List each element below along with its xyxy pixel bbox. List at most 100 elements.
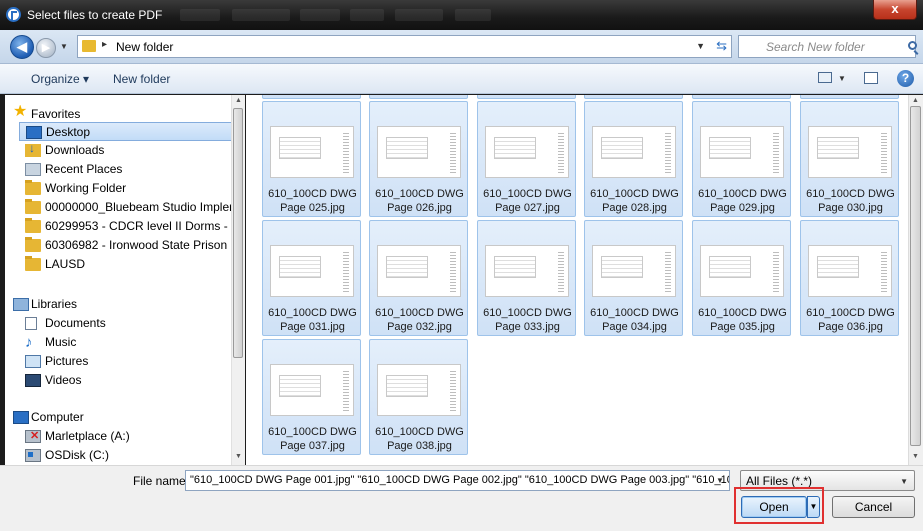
file-name-line: 610_100CD DWG	[806, 188, 895, 200]
file-name-line: 610_100CD DWG	[698, 188, 787, 200]
forward-button[interactable]: ▶	[36, 38, 56, 58]
new-folder-button[interactable]: New folder	[113, 72, 170, 86]
file-name-line: Page 033.jpg	[495, 321, 560, 333]
open-button[interactable]: Open	[741, 496, 807, 518]
search-icon[interactable]	[908, 41, 917, 50]
cancel-button[interactable]: Cancel	[832, 496, 915, 518]
file-name-line: 610_100CD DWG	[806, 307, 895, 319]
preview-pane-icon[interactable]	[864, 72, 878, 84]
scroll-down-icon[interactable]: ▼	[912, 453, 919, 460]
disk-drive-icon	[25, 449, 41, 462]
nav-working-folder[interactable]: Working Folder	[19, 179, 245, 198]
command-bar: Organize ▾ New folder ▼ ?	[0, 64, 923, 94]
file-name-line: Page 028.jpg	[602, 202, 667, 214]
open-options-dropdown-icon[interactable]: ▼	[807, 496, 820, 518]
scroll-up-icon[interactable]: ▲	[912, 97, 919, 104]
title-bar: Select files to create PDF x	[0, 0, 923, 30]
file-item[interactable]: 610_100CD DWG Page 033.jpg	[477, 220, 576, 336]
drawing-preview	[808, 245, 892, 297]
file-item[interactable]: 610_100CD DWG Page 035.jpg	[692, 220, 791, 336]
file-item[interactable]: 610_100CD DWG Page 026.jpg	[369, 101, 468, 217]
breadcrumb-item[interactable]: New folder	[116, 40, 173, 54]
refresh-icon[interactable]: ⇆	[716, 38, 727, 54]
file-thumbnail-partial[interactable]	[262, 95, 361, 99]
drawing-preview	[270, 364, 354, 416]
drawing-preview	[485, 126, 569, 178]
file-thumbnail-partial[interactable]	[584, 95, 683, 99]
nav-libraries[interactable]: Libraries	[5, 295, 233, 314]
nav-pictures[interactable]: Pictures	[19, 352, 245, 371]
file-name-line: 610_100CD DWG	[590, 188, 679, 200]
file-thumbnail-partial[interactable]	[477, 95, 576, 99]
file-item[interactable]: 610_100CD DWG Page 036.jpg	[800, 220, 899, 336]
file-name-line: Page 038.jpg	[387, 440, 452, 452]
nav-recent-places[interactable]: Recent Places	[19, 160, 245, 179]
file-list[interactable]: 610_100CD DWG Page 025.jpg 610_100CD DWG P…	[246, 95, 908, 465]
file-list-scrollbar-thumb[interactable]	[910, 106, 921, 446]
view-options-dropdown-icon[interactable]: ▼	[838, 74, 846, 83]
file-item[interactable]: 610_100CD DWG Page 027.jpg	[477, 101, 576, 217]
file-name-line: 610_100CD DWG	[375, 307, 464, 319]
nav-music[interactable]: ♪ Music	[19, 333, 245, 352]
scroll-up-icon[interactable]: ▲	[235, 97, 242, 104]
close-button[interactable]: x	[873, 0, 917, 20]
chevron-down-icon[interactable]: ▼	[900, 477, 908, 486]
pictures-icon	[25, 355, 41, 368]
drawing-preview	[700, 126, 784, 178]
file-item[interactable]: 610_100CD DWG Page 032.jpg	[369, 220, 468, 336]
file-item[interactable]: 610_100CD DWG Page 038.jpg	[369, 339, 468, 455]
file-thumbnail-partial[interactable]	[800, 95, 899, 99]
file-item[interactable]: 610_100CD DWG Page 025.jpg	[262, 101, 361, 217]
navigation-scrollbar-thumb[interactable]	[233, 108, 243, 358]
drawing-preview	[377, 245, 461, 297]
search-input[interactable]: Search New folder	[738, 35, 917, 58]
help-icon[interactable]: ?	[897, 70, 914, 87]
drawing-preview	[270, 126, 354, 178]
file-name-line: Page 031.jpg	[280, 321, 345, 333]
nav-downloads[interactable]: Downloads	[19, 141, 245, 160]
file-item[interactable]: 610_100CD DWG Page 031.jpg	[262, 220, 361, 336]
file-thumbnail-partial[interactable]	[369, 95, 468, 99]
nav-drive-a[interactable]: Marletplace (A:)	[19, 427, 245, 446]
file-name-input[interactable]: "610_100CD DWG Page 001.jpg" "610_100CD …	[185, 470, 730, 491]
file-item[interactable]: 610_100CD DWG Page 034.jpg	[584, 220, 683, 336]
file-thumbnail-partial[interactable]	[692, 95, 791, 99]
folder-icon	[25, 218, 41, 233]
file-item[interactable]: 610_100CD DWG Page 029.jpg	[692, 101, 791, 217]
nav-folder-ironwood[interactable]: 60306982 - Ironwood State Prison	[19, 236, 233, 255]
file-item[interactable]: 610_100CD DWG Page 037.jpg	[262, 339, 361, 455]
nav-videos[interactable]: Videos	[19, 371, 245, 390]
nav-desktop[interactable]: Desktop	[19, 122, 235, 141]
folder-icon	[25, 199, 41, 214]
nav-folder-bluebeam[interactable]: 00000000_Bluebeam Studio Implem	[19, 198, 233, 217]
file-type-value: All Files (*.*)	[746, 474, 813, 488]
file-name-dropdown-icon[interactable]: ▼	[716, 476, 724, 485]
recent-locations-dropdown[interactable]: ▼	[60, 42, 68, 51]
folder-icon	[25, 180, 41, 195]
navigation-pane[interactable]: ★ Favorites Desktop Downloads Recent Pla…	[5, 95, 245, 465]
back-button[interactable]: ◀	[10, 35, 34, 59]
nav-documents[interactable]: Documents	[19, 314, 245, 333]
folder-icon	[25, 256, 41, 271]
file-name-line: Page 029.jpg	[710, 202, 775, 214]
file-item[interactable]: 610_100CD DWG Page 028.jpg	[584, 101, 683, 217]
change-view-icon[interactable]	[818, 72, 832, 83]
drawing-preview	[377, 126, 461, 178]
address-dropdown-icon[interactable]: ▼	[696, 41, 705, 51]
scroll-down-icon[interactable]: ▼	[235, 453, 242, 460]
file-item[interactable]: 610_100CD DWG Page 030.jpg	[800, 101, 899, 217]
nav-drive-c[interactable]: OSDisk (C:)	[19, 446, 245, 465]
drawing-preview	[592, 245, 676, 297]
organize-button[interactable]: Organize ▾	[31, 72, 89, 86]
nav-folder-cdcr[interactable]: 60299953 - CDCR level II Dorms - Sh	[19, 217, 233, 236]
address-bar[interactable]: ▸ New folder ▼ ⇆	[77, 35, 732, 58]
nav-folder-lausd[interactable]: LAUSD	[19, 255, 245, 274]
desktop-icon	[26, 126, 42, 139]
address-row: ◀ ▶ ▼ ▸ New folder ▼ ⇆ Search New folder	[0, 30, 923, 64]
background-menu	[455, 9, 491, 21]
music-icon: ♪	[25, 334, 33, 351]
file-name-line: 610_100CD DWG	[268, 188, 357, 200]
documents-icon	[25, 317, 37, 330]
breadcrumb-arrow-icon[interactable]: ▸	[102, 39, 107, 50]
nav-computer[interactable]: Computer	[5, 408, 233, 427]
